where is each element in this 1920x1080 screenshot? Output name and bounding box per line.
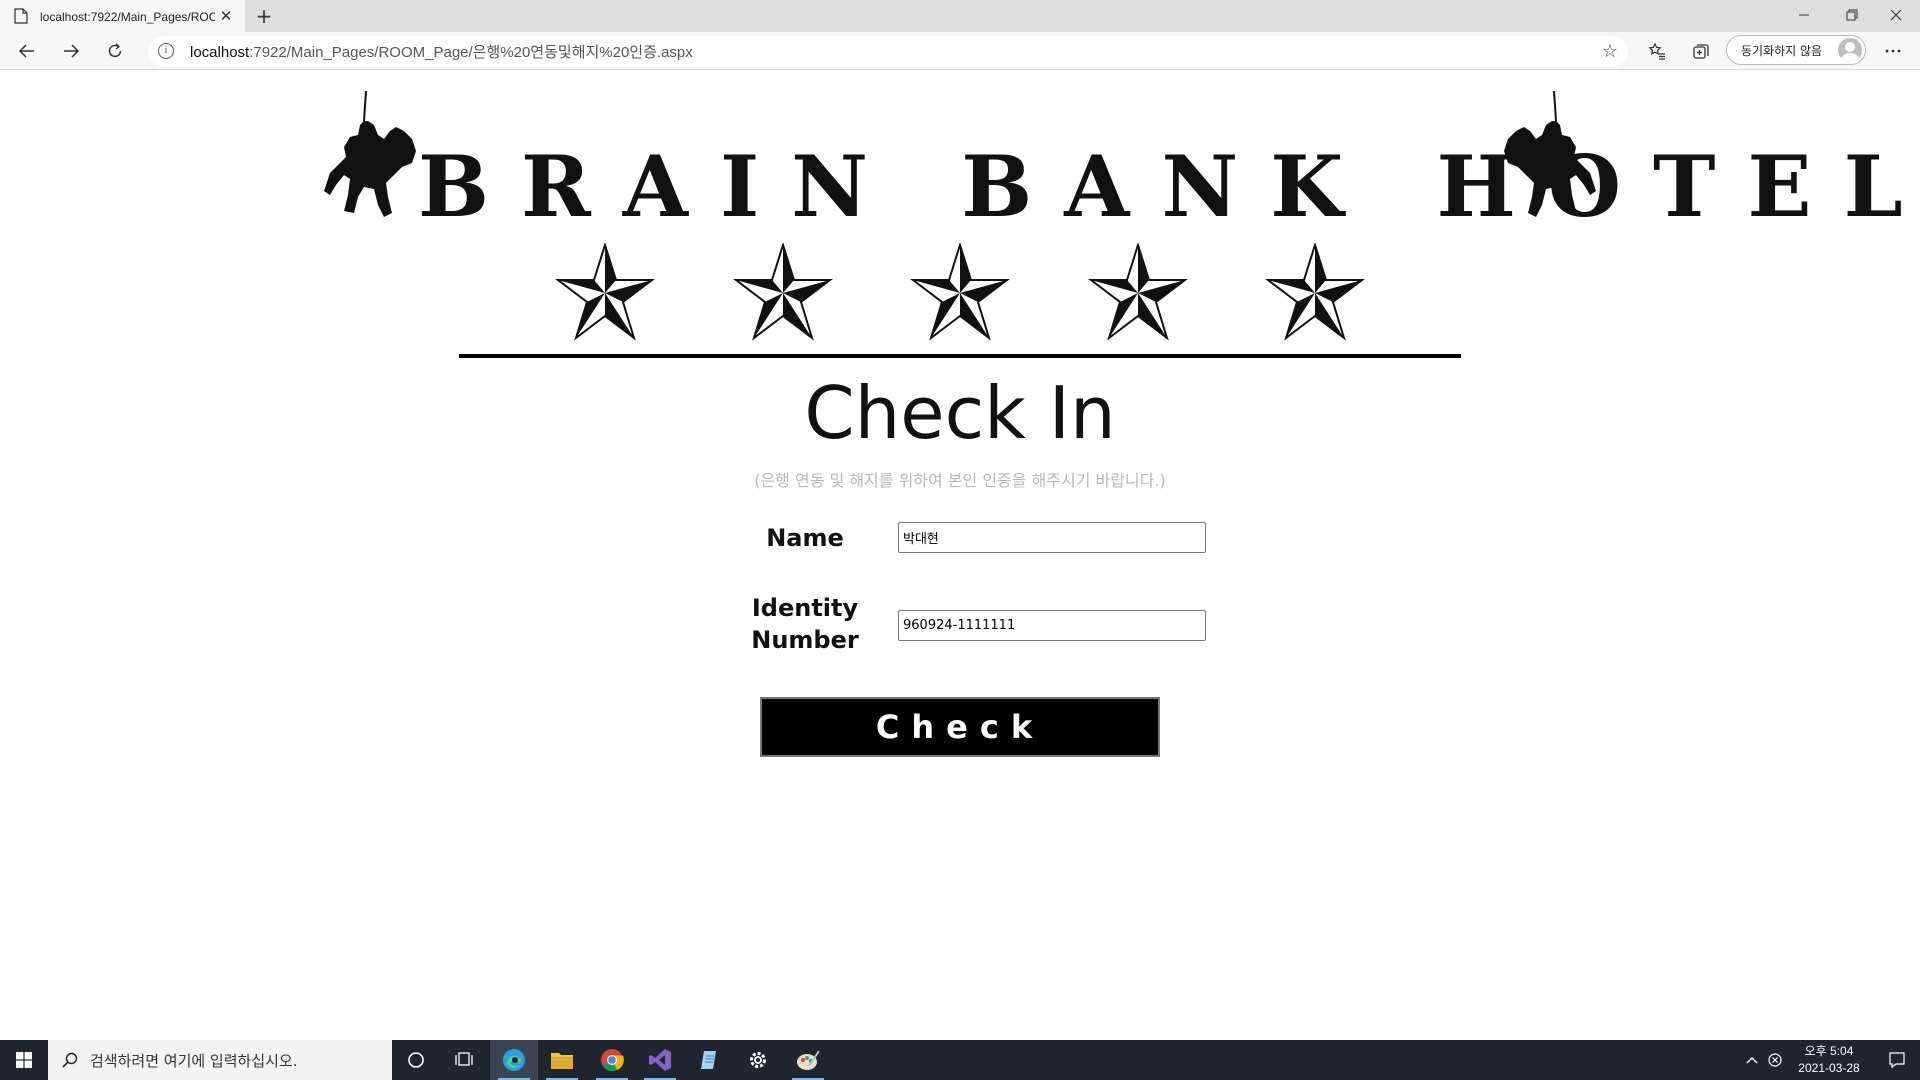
page-icon <box>14 8 28 24</box>
close-icon[interactable] <box>1874 0 1918 30</box>
url-host: localhost <box>190 43 250 61</box>
star-icon <box>1267 244 1363 339</box>
restore-icon[interactable] <box>1830 0 1874 30</box>
refresh-icon[interactable] <box>100 36 130 66</box>
info-icon[interactable]: i <box>158 43 174 59</box>
favorite-star-icon[interactable]: ☆ <box>1602 41 1618 62</box>
identity-number-label: Identity Number <box>730 592 880 656</box>
star-icon <box>912 244 1008 339</box>
more-icon[interactable] <box>1878 36 1908 66</box>
star-icon <box>1089 244 1186 339</box>
browser-toolbar: i localhost:7922/Main_Pages/ROOM_Page/은행… <box>0 32 1920 70</box>
taskbar: 검색하려면 여기에 입력하십시오. 오후 5:04 2021-03-28 <box>0 1040 1920 1080</box>
sync-profile-button[interactable]: 동기화하지 않음 <box>1726 35 1866 65</box>
page-subtitle: (은행 연동 및 해지를 위하여 본인 인증을 해주시기 바랍니다.) <box>754 471 1166 490</box>
star-rating <box>555 243 1365 343</box>
search-icon <box>62 1052 78 1068</box>
knight-left-icon <box>324 91 416 217</box>
back-icon[interactable] <box>12 36 42 66</box>
visual-studio-icon[interactable] <box>636 1040 684 1080</box>
search-placeholder: 검색하려면 여기에 입력하십시오. <box>90 1051 298 1070</box>
tab-strip: localhost:7922/Main_Pages/ROOM_Page/은행%2… <box>0 0 1920 32</box>
hotel-name: BRAIN BANK HOTEL <box>418 137 1920 236</box>
windows-start-icon[interactable] <box>0 1040 48 1080</box>
knight-right-icon <box>1504 91 1596 217</box>
address-bar[interactable]: i localhost:7922/Main_Pages/ROOM_Page/은행… <box>148 36 1628 66</box>
edge-icon[interactable] <box>490 1040 538 1080</box>
name-field[interactable] <box>898 522 1206 553</box>
identity-number-label-line1: Identity <box>751 594 859 622</box>
chrome-icon[interactable] <box>588 1040 636 1080</box>
notepad-icon[interactable] <box>686 1040 734 1080</box>
check-button[interactable]: Check <box>760 697 1160 757</box>
collections-icon[interactable] <box>1686 36 1716 66</box>
name-label: Name <box>766 524 844 552</box>
forward-icon[interactable] <box>56 36 86 66</box>
browser-tab[interactable]: localhost:7922/Main_Pages/ROOM_Page/은행%2… <box>0 0 245 32</box>
notification-center-icon[interactable] <box>1874 1040 1920 1080</box>
task-view-icon[interactable] <box>440 1040 488 1080</box>
divider <box>459 354 1461 358</box>
cortana-icon[interactable] <box>392 1040 440 1080</box>
tab-close-icon[interactable]: ✕ <box>217 7 235 25</box>
hotel-logo: BRAIN BANK HOTEL <box>0 81 1920 361</box>
page-content: BRAIN BANK HOTEL Check In (은행 연동 및 해지를 위… <box>0 71 1920 1039</box>
new-tab-button[interactable]: + <box>252 4 276 28</box>
clock-time: 오후 5:04 <box>1804 1044 1854 1058</box>
identity-number-label-line2: Number <box>751 626 859 654</box>
file-explorer-icon[interactable] <box>538 1040 586 1080</box>
star-icon <box>734 244 831 339</box>
identity-number-field[interactable] <box>898 610 1206 641</box>
tray-chevron-up-icon[interactable] <box>1742 1040 1762 1080</box>
avatar <box>1838 38 1862 62</box>
url-path: :7922/Main_Pages/ROOM_Page/은행%20연동및해지%20… <box>249 43 693 61</box>
sync-label: 동기화하지 않음 <box>1741 43 1823 58</box>
page-title: Check In <box>804 371 1116 455</box>
favorites-icon[interactable] <box>1642 36 1672 66</box>
taskbar-clock[interactable]: 오후 5:04 2021-03-28 <box>1784 1043 1874 1077</box>
star-icon <box>557 244 653 339</box>
url-text: localhost:7922/Main_Pages/ROOM_Page/은행%2… <box>190 41 693 62</box>
settings-icon[interactable] <box>734 1040 782 1080</box>
tab-title: localhost:7922/Main_Pages/ROOM_Page/은행%2… <box>40 9 215 24</box>
clock-date: 2021-03-28 <box>1798 1061 1860 1075</box>
taskbar-search-input[interactable]: 검색하려면 여기에 입력하십시오. <box>48 1040 392 1080</box>
minimize-icon[interactable] <box>1782 0 1826 30</box>
network-disconnected-icon[interactable] <box>1764 1040 1786 1080</box>
paint-icon[interactable] <box>784 1040 832 1080</box>
